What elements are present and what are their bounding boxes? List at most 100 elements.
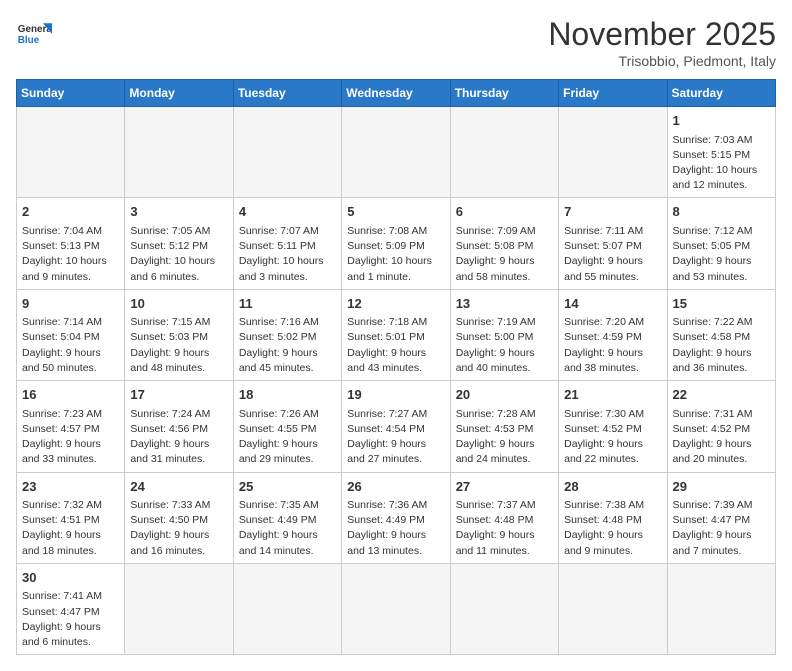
- calendar-cell: 4Sunrise: 7:07 AMSunset: 5:11 PMDaylight…: [233, 198, 341, 289]
- day-info: Sunrise: 7:09 AM: [456, 224, 553, 239]
- day-info: Daylight: 9 hours and 36 minutes.: [673, 346, 770, 376]
- day-info: Sunrise: 7:03 AM: [673, 133, 770, 148]
- day-info: Sunset: 5:12 PM: [130, 239, 227, 254]
- day-info: Sunset: 4:49 PM: [239, 513, 336, 528]
- day-info: Sunset: 4:54 PM: [347, 422, 444, 437]
- calendar-table: SundayMondayTuesdayWednesdayThursdayFrid…: [16, 79, 776, 655]
- day-number: 12: [347, 294, 444, 314]
- day-info: Daylight: 9 hours and 58 minutes.: [456, 254, 553, 284]
- calendar-cell: [559, 107, 667, 198]
- day-info: Sunrise: 7:19 AM: [456, 315, 553, 330]
- day-number: 26: [347, 477, 444, 497]
- day-info: Daylight: 9 hours and 16 minutes.: [130, 528, 227, 558]
- day-number: 24: [130, 477, 227, 497]
- day-info: Daylight: 9 hours and 31 minutes.: [130, 437, 227, 467]
- day-info: Sunset: 5:03 PM: [130, 330, 227, 345]
- day-info: Sunset: 4:47 PM: [22, 605, 119, 620]
- calendar-week-row: 16Sunrise: 7:23 AMSunset: 4:57 PMDayligh…: [17, 381, 776, 472]
- calendar-cell: [233, 563, 341, 654]
- calendar-cell: 8Sunrise: 7:12 AMSunset: 5:05 PMDaylight…: [667, 198, 775, 289]
- day-number: 28: [564, 477, 661, 497]
- calendar-cell: 18Sunrise: 7:26 AMSunset: 4:55 PMDayligh…: [233, 381, 341, 472]
- calendar-cell: [17, 107, 125, 198]
- day-info: Sunset: 4:55 PM: [239, 422, 336, 437]
- day-number: 17: [130, 385, 227, 405]
- calendar-cell: [559, 563, 667, 654]
- day-number: 9: [22, 294, 119, 314]
- calendar-cell: 30Sunrise: 7:41 AMSunset: 4:47 PMDayligh…: [17, 563, 125, 654]
- calendar-cell: 29Sunrise: 7:39 AMSunset: 4:47 PMDayligh…: [667, 472, 775, 563]
- calendar-title: November 2025: [548, 16, 776, 53]
- day-number: 25: [239, 477, 336, 497]
- day-info: Daylight: 10 hours and 9 minutes.: [22, 254, 119, 284]
- calendar-week-row: 30Sunrise: 7:41 AMSunset: 4:47 PMDayligh…: [17, 563, 776, 654]
- day-info: Daylight: 9 hours and 27 minutes.: [347, 437, 444, 467]
- day-number: 14: [564, 294, 661, 314]
- day-info: Sunset: 4:50 PM: [130, 513, 227, 528]
- day-info: Daylight: 9 hours and 43 minutes.: [347, 346, 444, 376]
- calendar-cell: 3Sunrise: 7:05 AMSunset: 5:12 PMDaylight…: [125, 198, 233, 289]
- calendar-cell: 11Sunrise: 7:16 AMSunset: 5:02 PMDayligh…: [233, 289, 341, 380]
- day-number: 22: [673, 385, 770, 405]
- calendar-cell: 24Sunrise: 7:33 AMSunset: 4:50 PMDayligh…: [125, 472, 233, 563]
- day-number: 19: [347, 385, 444, 405]
- day-info: Daylight: 10 hours and 1 minute.: [347, 254, 444, 284]
- day-info: Sunset: 4:49 PM: [347, 513, 444, 528]
- calendar-cell: 15Sunrise: 7:22 AMSunset: 4:58 PMDayligh…: [667, 289, 775, 380]
- calendar-week-row: 1Sunrise: 7:03 AMSunset: 5:15 PMDaylight…: [17, 107, 776, 198]
- day-info: Daylight: 9 hours and 11 minutes.: [456, 528, 553, 558]
- day-info: Sunset: 5:09 PM: [347, 239, 444, 254]
- day-info: Sunset: 5:07 PM: [564, 239, 661, 254]
- day-info: Daylight: 9 hours and 53 minutes.: [673, 254, 770, 284]
- day-info: Sunset: 4:59 PM: [564, 330, 661, 345]
- day-info: Sunrise: 7:37 AM: [456, 498, 553, 513]
- day-info: Daylight: 9 hours and 50 minutes.: [22, 346, 119, 376]
- day-info: Sunset: 4:47 PM: [673, 513, 770, 528]
- day-number: 29: [673, 477, 770, 497]
- day-number: 8: [673, 202, 770, 222]
- calendar-cell: 23Sunrise: 7:32 AMSunset: 4:51 PMDayligh…: [17, 472, 125, 563]
- calendar-week-row: 9Sunrise: 7:14 AMSunset: 5:04 PMDaylight…: [17, 289, 776, 380]
- day-info: Sunrise: 7:12 AM: [673, 224, 770, 239]
- calendar-cell: 10Sunrise: 7:15 AMSunset: 5:03 PMDayligh…: [125, 289, 233, 380]
- day-number: 10: [130, 294, 227, 314]
- day-info: Sunset: 4:56 PM: [130, 422, 227, 437]
- calendar-cell: 1Sunrise: 7:03 AMSunset: 5:15 PMDaylight…: [667, 107, 775, 198]
- day-number: 16: [22, 385, 119, 405]
- calendar-cell: 19 Sunrise: 7:27 AMSunset: 4:54 PMDayligh…: [342, 381, 450, 472]
- day-info: Sunrise: 7:05 AM: [130, 224, 227, 239]
- day-info: Daylight: 9 hours and 55 minutes.: [564, 254, 661, 284]
- day-number: 13: [456, 294, 553, 314]
- calendar-cell: 20Sunrise: 7:28 AMSunset: 4:53 PMDayligh…: [450, 381, 558, 472]
- calendar-cell: [342, 107, 450, 198]
- calendar-cell: 5Sunrise: 7:08 AMSunset: 5:09 PMDaylight…: [342, 198, 450, 289]
- day-info: Sunset: 5:13 PM: [22, 239, 119, 254]
- day-info: Sunset: 5:01 PM: [347, 330, 444, 345]
- day-number: 23: [22, 477, 119, 497]
- day-number: 30: [22, 568, 119, 588]
- day-number: 4: [239, 202, 336, 222]
- day-info: Sunset: 5:04 PM: [22, 330, 119, 345]
- day-info: Sunrise: 7:35 AM: [239, 498, 336, 513]
- calendar-cell: 7Sunrise: 7:11 AMSunset: 5:07 PMDaylight…: [559, 198, 667, 289]
- day-info: Sunrise: 7:27 AM: [347, 407, 444, 422]
- day-info: Daylight: 10 hours and 6 minutes.: [130, 254, 227, 284]
- calendar-cell: [450, 107, 558, 198]
- calendar-cell: 17 Sunrise: 7:24 AMSunset: 4:56 PMDayligh…: [125, 381, 233, 472]
- day-info: Sunset: 5:11 PM: [239, 239, 336, 254]
- day-info: Daylight: 9 hours and 13 minutes.: [347, 528, 444, 558]
- day-number: 2: [22, 202, 119, 222]
- day-header-wednesday: Wednesday: [342, 80, 450, 107]
- calendar-cell: 6Sunrise: 7:09 AMSunset: 5:08 PMDaylight…: [450, 198, 558, 289]
- day-header-saturday: Saturday: [667, 80, 775, 107]
- day-info: Sunrise: 7:26 AM: [239, 407, 336, 422]
- calendar-cell: 26Sunrise: 7:36 AMSunset: 4:49 PMDayligh…: [342, 472, 450, 563]
- day-info: Daylight: 9 hours and 6 minutes.: [22, 620, 119, 650]
- day-info: Daylight: 9 hours and 38 minutes.: [564, 346, 661, 376]
- day-info: Sunrise: 7:33 AM: [130, 498, 227, 513]
- day-info: Sunset: 4:48 PM: [564, 513, 661, 528]
- day-number: 1: [673, 111, 770, 131]
- day-info: Sunset: 5:15 PM: [673, 148, 770, 163]
- day-info: Sunrise: 7:24 AM: [130, 407, 227, 422]
- calendar-cell: [667, 563, 775, 654]
